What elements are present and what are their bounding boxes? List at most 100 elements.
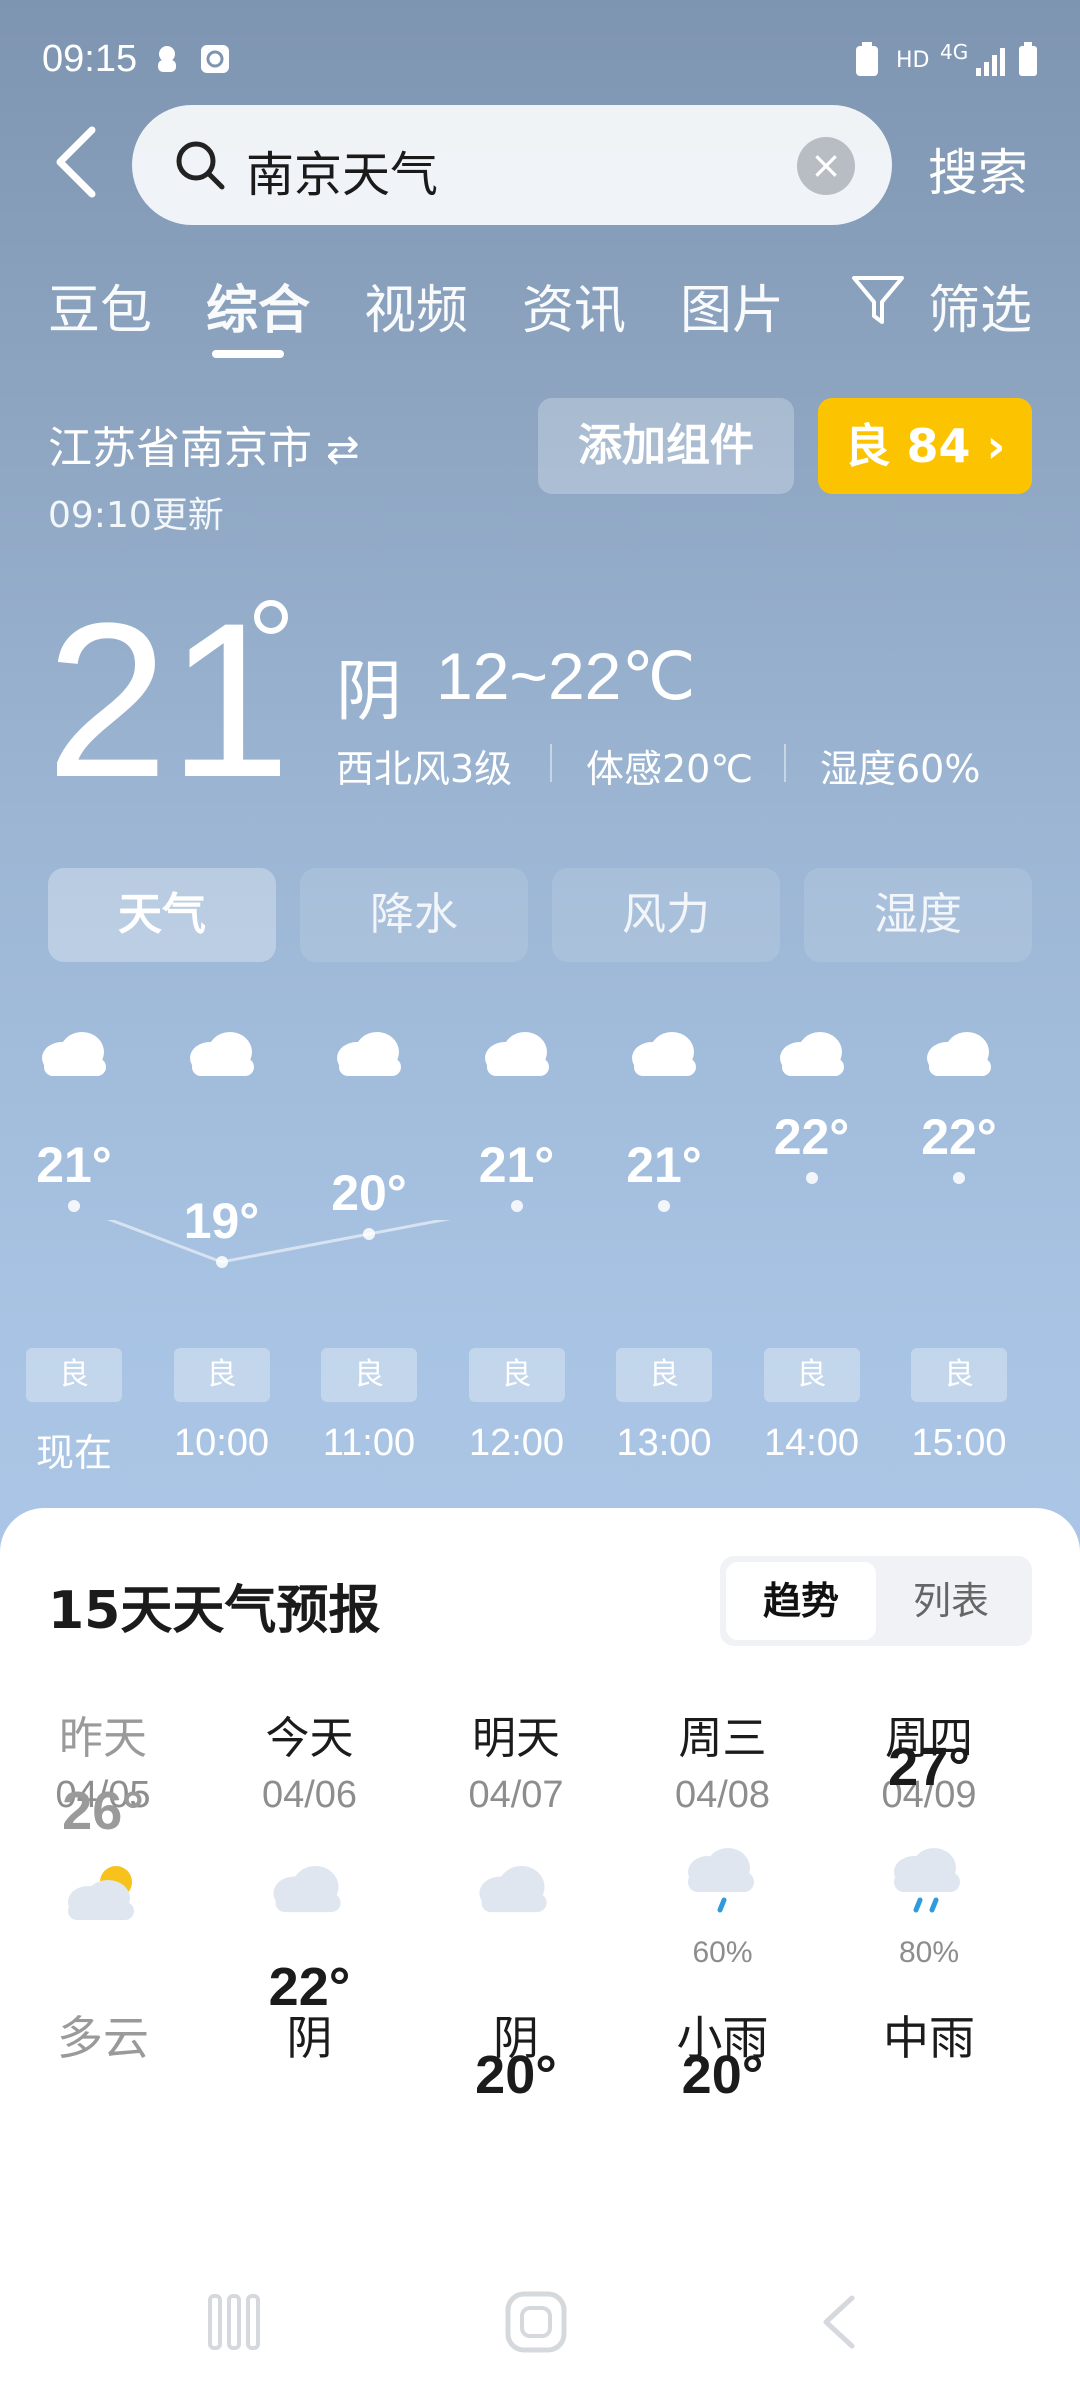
precip-probability: 60% [692,1936,753,1969]
tab-doubao[interactable]: 豆包 [48,268,152,343]
chevron-left-icon [56,126,96,198]
back-nav-icon[interactable] [814,2292,864,2352]
search-input[interactable]: 南京天气 × [132,105,892,225]
hourly-time: 11:00 [322,1422,416,1464]
active-tab-indicator [212,350,284,358]
clear-search-icon[interactable]: × [797,137,855,195]
cloud-icon [34,1028,114,1082]
humidity: 湿度60% [820,747,981,791]
hourly-aqi-badge: 良 [616,1348,712,1402]
hourly-time: 10:00 [173,1422,270,1464]
notification-icon [150,42,184,83]
hourly-temp-curve [106,1220,451,1264]
cloud-icon [471,1860,555,1920]
toggle-list[interactable]: 列表 [876,1562,1026,1640]
hourly-time: 12:00 [468,1422,565,1464]
cloud-icon [477,1028,557,1082]
search-query: 南京天气 [246,147,439,203]
day-name: 昨天 [59,1713,147,1764]
day-date: 04/08 [674,1774,771,1816]
status-time: 09:15 [42,38,138,80]
degree-icon [254,600,288,634]
cloud-icon [329,1028,409,1082]
hourly-aqi-badge: 良 [173,1348,270,1402]
day-high-temp: 20° [681,2045,764,2105]
cloud-icon [919,1028,999,1082]
hourly-temp-line [106,1220,451,1264]
hourly-temp: 21° [626,1137,702,1193]
view-toggle[interactable]: 趋势 列表 [720,1556,1032,1646]
hourly-temp: 22° [773,1109,850,1165]
day-name: 今天 [265,1713,354,1764]
hourly-aqi-badge: 良 [26,1348,122,1402]
recent-apps-icon[interactable] [204,2292,264,2352]
day-date: 04/06 [261,1774,358,1816]
hourly-temp: 22° [921,1109,997,1165]
day-high-temp: 22° [268,1957,351,2017]
location-switch[interactable]: 江苏省南京市 ⇄ [48,412,360,476]
divider [784,744,786,782]
segment-weather[interactable]: 天气 [48,868,276,962]
segment-precipitation[interactable]: 降水 [300,868,528,962]
search-button[interactable]: 搜索 [928,133,1028,205]
aqi-label: 良 84 [844,419,971,473]
status-bar: 09:15 HD 4G [0,0,1080,120]
hourly-time: 13:00 [616,1422,712,1464]
hd-label: HD [896,48,930,73]
hourly-temp: 21° [478,1137,555,1193]
hourly-time: 15:00 [911,1422,1007,1464]
back-button[interactable] [48,122,104,202]
aqi-badge[interactable]: 良 84 › [818,398,1032,494]
hourly-aqi-badge: 良 [763,1348,860,1402]
cloud-icon [182,1028,262,1082]
day-condition: 多云 [57,2011,149,2065]
day-name: 明天 [472,1713,560,1764]
hourly-temp: 20° [331,1165,407,1221]
home-icon[interactable] [504,2290,568,2354]
chevron-right-icon: › [970,419,1006,473]
battery-icon [1016,42,1040,85]
hourly-temp-dot [68,1200,80,1212]
hourly-aqi-badge: 良 [911,1348,1007,1402]
navigation-bar [0,2248,1080,2400]
light-rain-icon [678,1842,768,1922]
add-widget-button[interactable]: 添加组件 [538,398,794,494]
swap-icon: ⇄ [326,427,360,473]
day-condition: 中雨 [883,2011,975,2065]
tab-all[interactable]: 综合 [206,268,310,343]
hourly-time: 14:00 [763,1422,860,1464]
search-icon [176,141,225,190]
cloud-icon [624,1028,704,1082]
precip-probability: 80% [898,1936,960,1969]
city-name: 江苏省南京市 [48,423,312,474]
signal-icon [974,46,1010,85]
forecast-title: 15天天气预报 [48,1581,381,1641]
network-type: 4G [940,40,969,64]
day-high-temp: 27° [888,1737,970,1797]
cloud-icon [265,1860,349,1920]
moderate-rain-icon [884,1842,974,1922]
filter-icon[interactable] [848,272,908,328]
battery-saver-icon [852,42,882,85]
tab-news[interactable]: 资讯 [522,268,626,343]
wind-info: 西北风3级 [336,747,513,791]
feels-like: 体感20℃ [586,747,754,791]
cloud-icon [772,1028,852,1082]
hourly-temp: 21° [36,1137,112,1193]
update-time: 09:10更新 [48,495,224,536]
current-temp: 21 [46,577,291,823]
day-date: 04/07 [468,1774,564,1816]
tab-video[interactable]: 视频 [364,268,468,343]
divider [550,744,552,782]
temp-range: 12~22℃ [436,639,696,713]
toggle-trend[interactable]: 趋势 [726,1562,876,1640]
hourly-aqi-badge: 良 [468,1348,565,1402]
day-high-temp: 26° [62,1781,144,1841]
hourly-temp-dot [805,1172,818,1184]
segment-wind[interactable]: 风力 [552,868,780,962]
tab-images[interactable]: 图片 [680,268,784,343]
hourly-aqi-badge: 良 [321,1348,417,1402]
tab-filter[interactable]: 筛选 [928,268,1032,343]
current-condition: 阴 [336,653,402,730]
segment-humidity[interactable]: 湿度 [804,868,1032,962]
